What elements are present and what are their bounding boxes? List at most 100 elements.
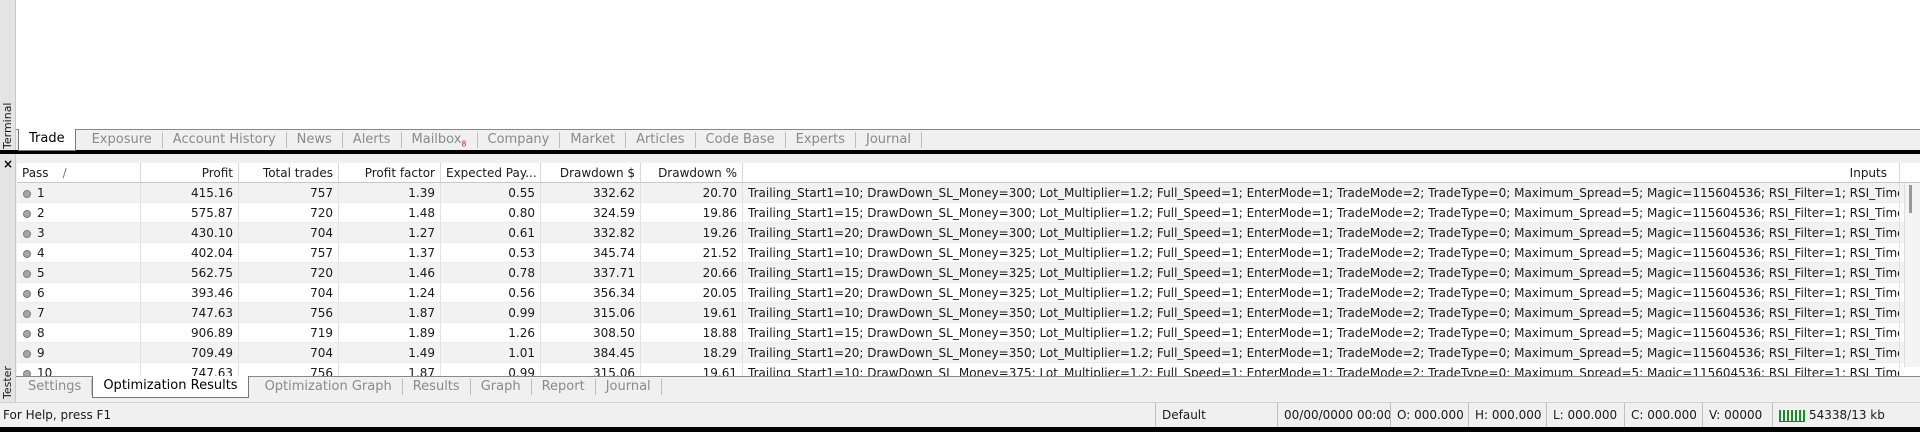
- column-header-drawdown-percent[interactable]: Drawdown %: [641, 163, 743, 182]
- tab-report[interactable]: Report: [532, 379, 596, 395]
- profit-factor-cell-text: 1.48: [408, 206, 435, 220]
- pass-cell: 7: [17, 303, 141, 322]
- column-header-profit-factor[interactable]: Profit factor: [339, 163, 441, 182]
- expected-payoff-cell: 0.61: [441, 223, 541, 242]
- expected-payoff-cell: 0.78: [441, 263, 541, 282]
- tab-label: Graph: [480, 379, 521, 394]
- table-row[interactable]: 10 747.63 756 1.87 0.99 315.06 19.61 Trailing_S…: [17, 363, 1920, 376]
- inputs-cell: Trailing_Start1=10; DrawDown_SL_Money=30…: [743, 183, 1900, 202]
- tab-trade[interactable]: Trade: [18, 129, 76, 151]
- profit-cell: 747.63: [141, 363, 239, 376]
- tab-optimization-results[interactable]: Optimization Results: [92, 376, 249, 398]
- table-row[interactable]: 7 747.63 756 1.87 0.99 315.06 19.61 Trailing_St…: [17, 303, 1920, 323]
- tab-news[interactable]: News: [287, 132, 343, 148]
- tester-side-bar: × Tester: [0, 154, 16, 402]
- drawdown-money-cell-text: 315.06: [593, 366, 635, 376]
- terminal-side-label[interactable]: Terminal: [1, 102, 15, 150]
- table-row[interactable]: 5 562.75 720 1.46 0.78 337.71 20.66 Trailing_St…: [17, 263, 1920, 283]
- table-row[interactable]: 3 430.10 704 1.27 0.61 332.82 19.26 Trailing_St…: [17, 223, 1920, 243]
- expected-payoff-cell-text: 0.80: [508, 206, 535, 220]
- tab-articles[interactable]: Articles: [626, 132, 696, 148]
- status-close: C: 000.000: [1624, 403, 1702, 428]
- pass-cell: 2: [17, 203, 141, 222]
- pass-cell: 6: [17, 283, 141, 302]
- status-connection: 54338/13 kb: [1772, 403, 1920, 428]
- tab-journal[interactable]: Journal: [856, 132, 922, 148]
- tab-account-history[interactable]: Account History: [163, 132, 287, 148]
- total-trades-cell: 719: [239, 323, 339, 342]
- tab-journal[interactable]: Journal: [596, 379, 662, 395]
- profit-factor-cell: 1.46: [339, 263, 441, 282]
- expected-payoff-cell-text: 0.55: [508, 186, 535, 200]
- column-header-drawdown-money[interactable]: Drawdown $: [541, 163, 641, 182]
- status-datetime: 00/00/0000 00:00: [1277, 403, 1392, 428]
- pass-cell-text: 9: [37, 346, 45, 360]
- profit-cell-text: 747.63: [191, 306, 233, 320]
- table-vertical-scrollbar[interactable]: [1904, 183, 1920, 367]
- total-trades-cell-text: 704: [310, 286, 333, 300]
- pass-cell-text: 10: [37, 366, 53, 376]
- profit-cell-text: 575.87: [191, 206, 233, 220]
- table-row[interactable]: 2 575.87 720 1.48 0.80 324.59 19.86 Trailing_St…: [17, 203, 1920, 223]
- pass-cell: 4: [17, 243, 141, 262]
- drawdown-percent-cell: 19.61: [641, 363, 743, 376]
- status-volume: V: 00000: [1702, 403, 1772, 428]
- inputs-cell: Trailing_Start1=15; DrawDown_SL_Money=30…: [743, 203, 1900, 222]
- profit-cell: 430.10: [141, 223, 239, 242]
- total-trades-cell-text: 720: [310, 266, 333, 280]
- column-header-pass[interactable]: Pass /: [17, 163, 141, 182]
- pass-cell: 5: [17, 263, 141, 282]
- drawdown-money-cell-text: 345.74: [593, 246, 635, 260]
- column-header-profit[interactable]: Profit: [141, 163, 239, 182]
- tab-exposure[interactable]: Exposure: [82, 132, 163, 148]
- inputs-cell: Trailing_Start1=20; DrawDown_SL_Money=32…: [743, 283, 1900, 302]
- tab-mailbox[interactable]: Mailbox8: [402, 132, 478, 149]
- tab-company[interactable]: Company: [478, 132, 561, 148]
- tab-experts[interactable]: Experts: [786, 132, 856, 148]
- tab-alerts[interactable]: Alerts: [343, 132, 402, 148]
- pass-status-icon: [23, 289, 31, 298]
- terminal-content-area: [16, 0, 1920, 130]
- tab-label: Experts: [795, 132, 845, 147]
- pass-status-icon: [23, 209, 31, 218]
- tab-graph[interactable]: Graph: [471, 379, 532, 395]
- total-trades-cell: 704: [239, 223, 339, 242]
- table-row[interactable]: 4 402.04 757 1.37 0.53 345.74 21.52 Trailing_St…: [17, 243, 1920, 263]
- tester-side-label[interactable]: Tester: [1, 364, 15, 402]
- tester-tab-bar: Settings Optimization Results Optimization…: [18, 376, 662, 398]
- drawdown-money-cell: 332.82: [541, 223, 641, 242]
- tab-results[interactable]: Results: [403, 379, 471, 395]
- drawdown-percent-cell: 18.88: [641, 323, 743, 342]
- table-row[interactable]: 1 415.16 757 1.39 0.55 332.62 20.70 Trailing_St…: [17, 183, 1920, 203]
- expected-payoff-cell: 1.26: [441, 323, 541, 342]
- profit-cell-text: 747.63: [191, 366, 233, 376]
- pass-status-icon: [23, 249, 31, 258]
- profit-factor-cell-text: 1.87: [408, 366, 435, 376]
- tab-label: Account History: [172, 132, 276, 147]
- expected-payoff-cell: 0.99: [441, 303, 541, 322]
- inputs-cell-text: Trailing_Start1=20; DrawDown_SL_Money=35…: [748, 346, 1900, 360]
- tab-settings[interactable]: Settings: [18, 379, 93, 395]
- pass-cell: 9: [17, 343, 141, 362]
- tab-market[interactable]: Market: [560, 132, 627, 148]
- column-header-expected-payoff[interactable]: Expected Pay...: [441, 163, 541, 182]
- total-trades-cell: 756: [239, 363, 339, 376]
- table-row[interactable]: 6 393.46 704 1.24 0.56 356.34 20.05 Trailing_St…: [17, 283, 1920, 303]
- tab-label: Code Base: [705, 132, 775, 147]
- inputs-cell-text: Trailing_Start1=15; DrawDown_SL_Money=32…: [748, 266, 1900, 280]
- table-row[interactable]: 8 906.89 719 1.89 1.26 308.50 18.88 Trailing_St…: [17, 323, 1920, 343]
- tab-label: Market: [570, 132, 616, 147]
- profit-cell: 906.89: [141, 323, 239, 342]
- tab-optimization-graph[interactable]: Optimization Graph: [255, 379, 403, 395]
- close-icon[interactable]: ×: [2, 158, 14, 170]
- tab-code-base[interactable]: Code Base: [696, 132, 786, 148]
- scrollbar-thumb[interactable]: [1909, 185, 1912, 213]
- drawdown-money-cell: 315.06: [541, 363, 641, 376]
- column-header-total-trades[interactable]: Total trades: [239, 163, 339, 182]
- drawdown-money-cell: 332.62: [541, 183, 641, 202]
- pass-status-icon: [23, 229, 31, 238]
- column-header-inputs[interactable]: Inputs: [743, 163, 1900, 182]
- drawdown-percent-cell: 19.61: [641, 303, 743, 322]
- drawdown-percent-cell-text: 20.05: [702, 286, 737, 300]
- table-row[interactable]: 9 709.49 704 1.49 1.01 384.45 18.29 Trailing_St…: [17, 343, 1920, 363]
